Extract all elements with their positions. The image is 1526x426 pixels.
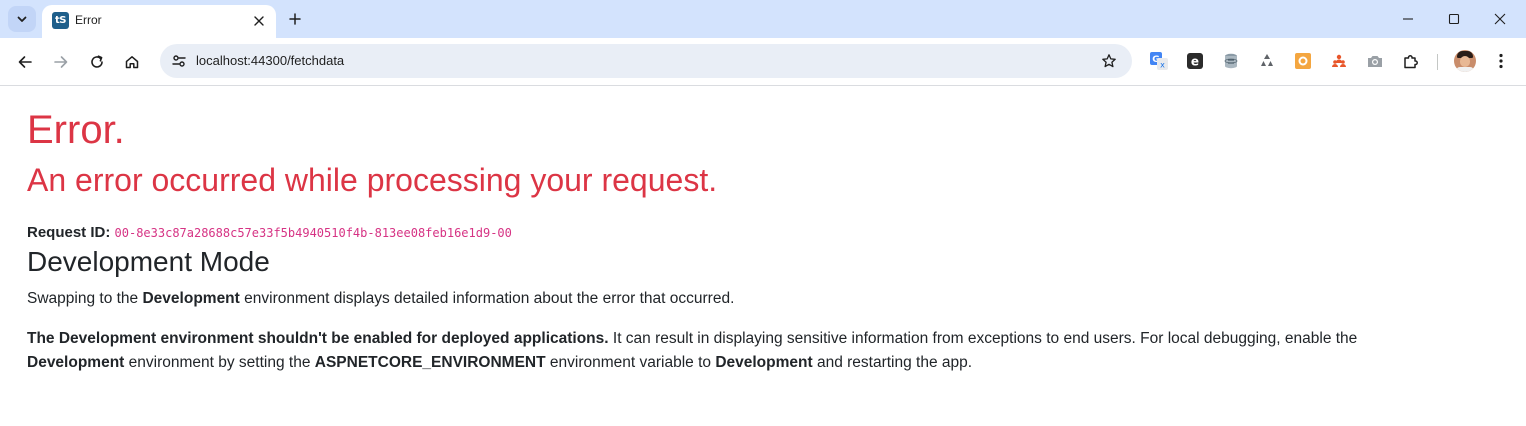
more-vert-icon bbox=[1499, 53, 1503, 69]
maximize-icon bbox=[1448, 13, 1460, 25]
arrow-left-icon bbox=[18, 56, 32, 68]
orange-box-extension[interactable] bbox=[1294, 52, 1312, 70]
request-id-label: Request ID: bbox=[27, 224, 111, 241]
translate-icon: G x bbox=[1150, 52, 1168, 70]
maximize-button[interactable] bbox=[1440, 6, 1468, 32]
tab-search-button[interactable] bbox=[8, 6, 36, 32]
home-button[interactable] bbox=[118, 48, 146, 76]
chevron-down-icon bbox=[17, 16, 27, 22]
home-icon bbox=[125, 56, 139, 69]
toolbar-separator bbox=[1437, 54, 1438, 70]
tab-title: Error bbox=[75, 13, 102, 27]
request-id-line: Request ID: 00-8e33c87a28688c57e33f5b494… bbox=[27, 223, 512, 243]
close-icon bbox=[254, 16, 264, 26]
tune-icon bbox=[172, 55, 186, 67]
development-info-paragraph: Swapping to the Development environment … bbox=[27, 287, 734, 311]
orange-box-icon bbox=[1295, 53, 1311, 69]
svg-text:x: x bbox=[1160, 61, 1165, 70]
recycle-extension[interactable] bbox=[1258, 52, 1276, 70]
page-title: Error. bbox=[27, 108, 125, 152]
error-subtitle: An error occurred while processing your … bbox=[27, 162, 718, 198]
svg-text:e: e bbox=[1191, 55, 1199, 69]
site-info-button[interactable] bbox=[166, 48, 192, 74]
page-content: Error. An error occurred while processin… bbox=[0, 87, 1526, 426]
camera-extension[interactable] bbox=[1366, 52, 1384, 70]
development-warning-paragraph: The Development environment shouldn't be… bbox=[27, 327, 1487, 375]
url-text[interactable]: localhost:44300/fetchdata bbox=[196, 53, 344, 68]
puzzle-icon bbox=[1404, 55, 1418, 69]
development-mode-heading: Development Mode bbox=[27, 246, 270, 277]
p2-text-3: environment variable to bbox=[545, 354, 716, 371]
edge-e-icon: e bbox=[1187, 53, 1203, 69]
reload-icon bbox=[91, 55, 103, 68]
p1-bold-development: Development bbox=[142, 290, 240, 307]
browser-tab[interactable]: tS Error bbox=[42, 5, 276, 38]
p2-bold-env-var: ASPNETCORE_ENVIRONMENT bbox=[314, 354, 546, 371]
request-id-value: 00-8e33c87a28688c57e33f5b4940510f4b-813e… bbox=[114, 226, 512, 240]
address-bar[interactable]: localhost:44300/fetchdata bbox=[160, 44, 1132, 78]
new-tab-button[interactable] bbox=[284, 8, 306, 30]
p1-text-before: Swapping to the bbox=[27, 290, 143, 307]
p2-bold-development-2: Development bbox=[715, 354, 813, 371]
camera-icon bbox=[1368, 56, 1382, 67]
tab-close-button[interactable] bbox=[250, 12, 268, 30]
browser-toolbar: localhost:44300/fetchdata G x e bbox=[0, 38, 1526, 86]
plus-icon bbox=[289, 13, 301, 25]
people-icon bbox=[1332, 54, 1346, 67]
bookmark-button[interactable] bbox=[1098, 50, 1120, 72]
close-icon bbox=[1494, 13, 1506, 25]
browser-titlebar: tS Error bbox=[0, 0, 1526, 38]
p2-bold-development: Development bbox=[27, 354, 125, 371]
forward-button[interactable] bbox=[47, 48, 75, 76]
edge-e-extension[interactable]: e bbox=[1186, 52, 1204, 70]
extensions-button[interactable] bbox=[1402, 52, 1420, 70]
profile-avatar[interactable] bbox=[1454, 50, 1476, 72]
p1-text-after: environment displays detailed informatio… bbox=[239, 290, 735, 307]
reload-button[interactable] bbox=[83, 48, 111, 76]
minimize-button[interactable] bbox=[1394, 6, 1422, 32]
browser-menu-button[interactable] bbox=[1490, 50, 1512, 72]
window-close-button[interactable] bbox=[1486, 6, 1514, 32]
p2-bold-warning: The Development environment shouldn't be… bbox=[27, 330, 609, 347]
database-extension[interactable] bbox=[1222, 52, 1240, 70]
database-icon bbox=[1224, 53, 1238, 69]
tab-favicon-icon: tS bbox=[52, 12, 69, 29]
translate-extension[interactable]: G x bbox=[1150, 52, 1168, 70]
people-extension[interactable] bbox=[1330, 52, 1348, 70]
p2-text-2: environment by setting the bbox=[124, 354, 315, 371]
arrow-right-icon bbox=[54, 56, 68, 68]
p2-text-1: It can result in displaying sensitive in… bbox=[608, 330, 1358, 347]
p2-text-4: and restarting the app. bbox=[812, 354, 973, 371]
star-icon bbox=[1102, 54, 1116, 68]
recycle-icon bbox=[1261, 54, 1273, 66]
minimize-icon bbox=[1403, 18, 1413, 20]
back-button[interactable] bbox=[11, 48, 39, 76]
